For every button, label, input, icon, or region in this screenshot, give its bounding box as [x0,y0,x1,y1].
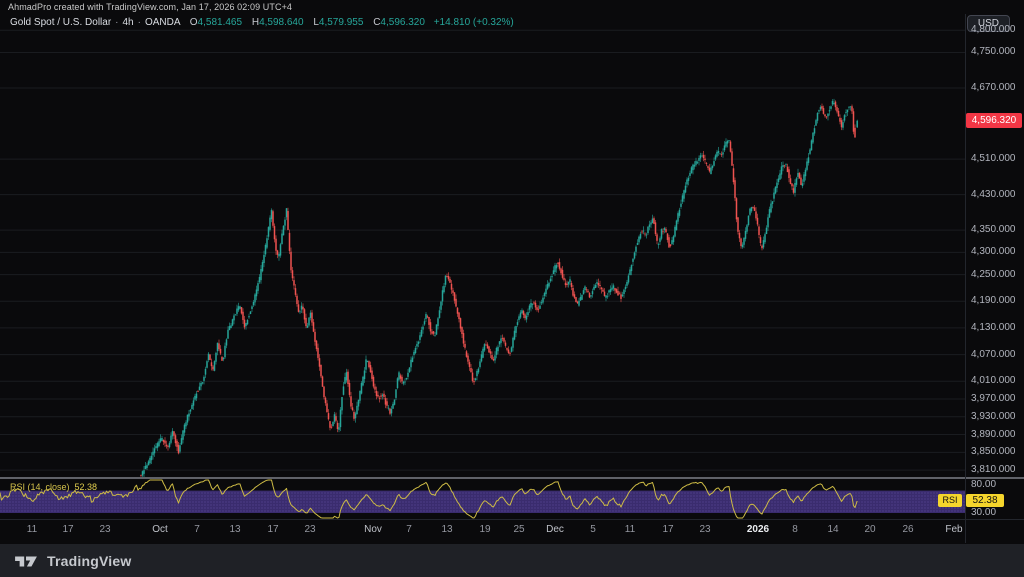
price-axis-label: 4,130.000 [971,322,1023,334]
price-axis-label: 4,350.000 [971,224,1023,236]
rsi-name-badge: RSI [938,494,962,507]
rsi-value-badge: 52.38 [966,494,1004,507]
high-label: H [252,17,259,28]
rsi-band [0,491,965,513]
price-axis-label: 4,670.000 [971,82,1023,94]
open-value: 4,581.465 [198,17,243,28]
chart-canvas[interactable] [0,0,1024,577]
price-axis-label: 4,430.000 [971,189,1023,201]
price-axis-label: 4,070.000 [971,349,1023,361]
time-axis-label: 23 [683,524,727,536]
rsi-axis-label-80: 80.00 [971,479,1011,491]
legend-separator: · [138,17,141,28]
price-axis-label: 4,300.000 [971,246,1023,258]
price-axis-label: 4,190.000 [971,295,1023,307]
legend-separator: · [115,17,118,28]
attribution-text: AhmadPro created with TradingView.com, J… [8,2,292,12]
price-axis-label: 4,750.000 [971,46,1023,58]
last-price-badge: 4,596.320 [966,113,1022,128]
rsi-axis-label-30: 30.00 [971,507,1011,519]
tradingview-logo-icon[interactable] [14,551,38,571]
exchange-label: OANDA [145,17,180,28]
interval-label[interactable]: 4h [123,17,134,28]
time-axis-label: 23 [288,524,332,536]
high-value: 4,598.640 [259,17,304,28]
price-axis-label: 3,850.000 [971,446,1023,458]
price-axis-label: 4,250.000 [971,269,1023,281]
time-axis-label: Feb [932,524,976,536]
rsi-legend-value: 52.38 [75,482,98,492]
brand-name[interactable]: TradingView [47,553,131,569]
change-value: +14.810 (+0.32%) [434,17,514,28]
rsi-title-text: RSI (14, close) [10,482,70,492]
symbol-title[interactable]: Gold Spot / U.S. Dollar [10,17,111,28]
tradingview-snapshot: AhmadPro created with TradingView.com, J… [0,0,1024,577]
price-axis-label: 3,930.000 [971,411,1023,423]
footer-bar: TradingView [0,544,1024,577]
low-value: 4,579.955 [319,17,364,28]
open-label: O [190,17,198,28]
time-axis-label: 23 [83,524,127,536]
price-axis-label: 4,800.000 [971,24,1023,36]
candlestick-series [140,99,858,478]
close-value: 4,596.320 [380,17,425,28]
price-axis-label: 4,010.000 [971,375,1023,387]
price-axis-label: 4,510.000 [971,153,1023,165]
price-axis-label: 3,890.000 [971,429,1023,441]
price-axis-label: 3,810.000 [971,464,1023,476]
price-axis-label: 3,970.000 [971,393,1023,405]
time-axis-label: 26 [886,524,930,536]
rsi-indicator-legend[interactable]: RSI (14, close) 52.38 [10,482,97,492]
symbol-legend: Gold Spot / U.S. Dollar · 4h · OANDA O4,581.… [10,17,514,28]
